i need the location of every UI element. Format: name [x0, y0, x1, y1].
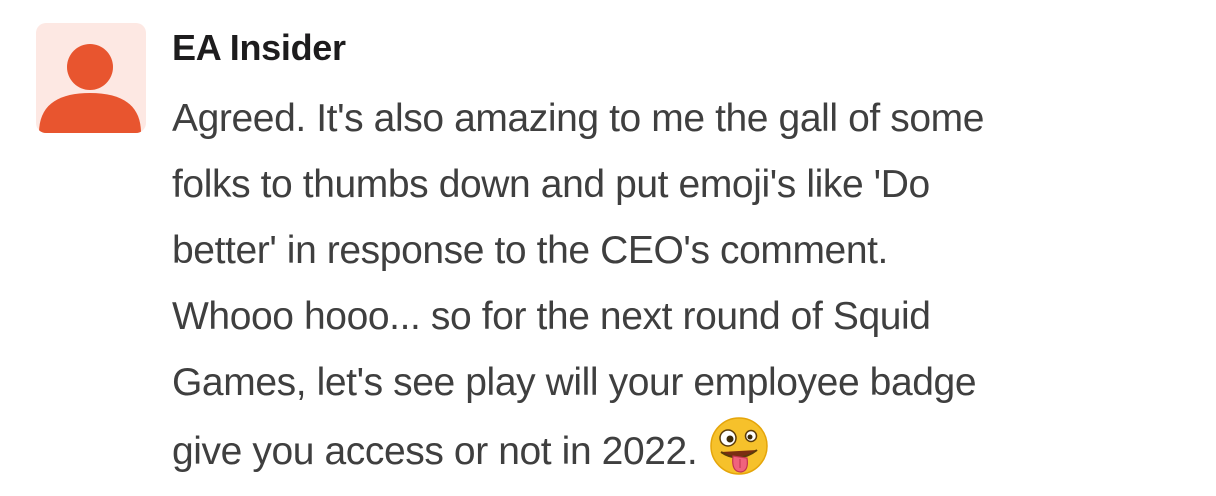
message-line: better' in response to the CEO's comment…	[172, 229, 888, 272]
message-last-line-row: give you access or not in 2022.	[172, 416, 1182, 485]
message-line: give you access or not in 2022.	[172, 430, 698, 473]
avatar[interactable]	[36, 23, 146, 133]
message-line: folks to thumbs down and put emoji's lik…	[172, 163, 930, 206]
message-text: Agreed. It's also amazing to me the gall…	[172, 86, 1182, 485]
user-icon	[39, 44, 141, 133]
message-line: Agreed. It's also amazing to me the gall…	[172, 97, 985, 140]
chat-message: EA Insider Agreed. It's also amazing to …	[0, 0, 1216, 496]
zany-face-icon	[710, 417, 769, 475]
author-name[interactable]: EA Insider	[172, 24, 346, 72]
message-line: Games, let's see play will your employee…	[172, 361, 977, 404]
message-line: Whooo hooo... so for the next round of S…	[172, 295, 931, 338]
